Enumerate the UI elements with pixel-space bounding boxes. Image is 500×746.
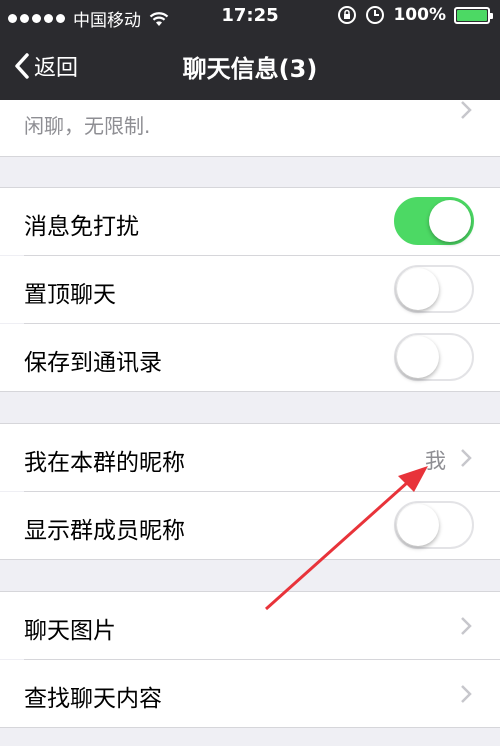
annotation-arrow-icon [265, 466, 428, 611]
